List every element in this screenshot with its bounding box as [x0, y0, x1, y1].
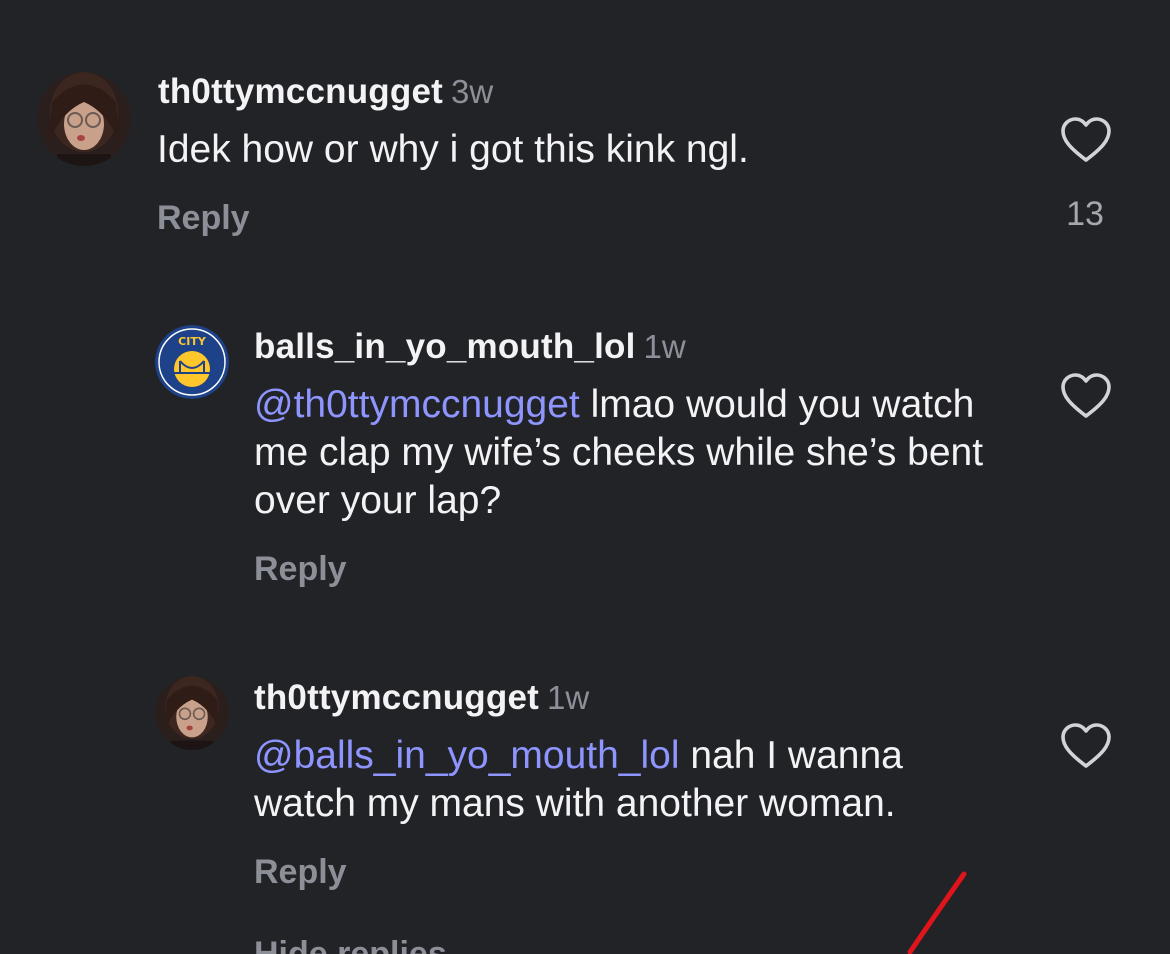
- like-count: 13: [1066, 195, 1104, 233]
- comments-thread: th0ttymccnugget 3w Idek how or why i got …: [0, 0, 1170, 954]
- reply-button[interactable]: Reply: [254, 853, 347, 892]
- like-button[interactable]: [1060, 722, 1112, 770]
- avatar[interactable]: [37, 72, 131, 166]
- avatar[interactable]: CITY: [155, 325, 229, 399]
- timestamp: 3w: [450, 73, 494, 110]
- annotation-stroke: [907, 871, 967, 954]
- comment-text: @th0ttymccnugget lmao would you watch me…: [254, 383, 984, 522]
- comment-text: @balls_in_yo_mouth_lol nah I wanna watch…: [254, 734, 903, 825]
- avatar[interactable]: [155, 676, 229, 750]
- hide-replies-link[interactable]: Hide replies: [254, 935, 447, 954]
- timestamp: 1w: [546, 679, 590, 716]
- svg-text:CITY: CITY: [178, 335, 207, 348]
- like-button[interactable]: [1060, 372, 1112, 420]
- comment-text: Idek how or why i got this kink ngl.: [157, 128, 749, 171]
- username[interactable]: balls_in_yo_mouth_lol: [254, 327, 636, 366]
- username[interactable]: th0ttymccnugget: [254, 678, 539, 717]
- reply-button[interactable]: Reply: [157, 199, 250, 238]
- like-button[interactable]: [1060, 116, 1112, 164]
- mention-link[interactable]: @balls_in_yo_mouth_lol: [254, 734, 680, 777]
- heart-outline-icon: [1061, 723, 1111, 768]
- username[interactable]: th0ttymccnugget: [158, 72, 443, 111]
- heart-outline-icon: [1061, 117, 1111, 162]
- mention-link[interactable]: @th0ttymccnugget: [254, 383, 580, 426]
- reply-button[interactable]: Reply: [254, 550, 347, 589]
- heart-outline-icon: [1061, 373, 1111, 418]
- timestamp: 1w: [643, 328, 686, 365]
